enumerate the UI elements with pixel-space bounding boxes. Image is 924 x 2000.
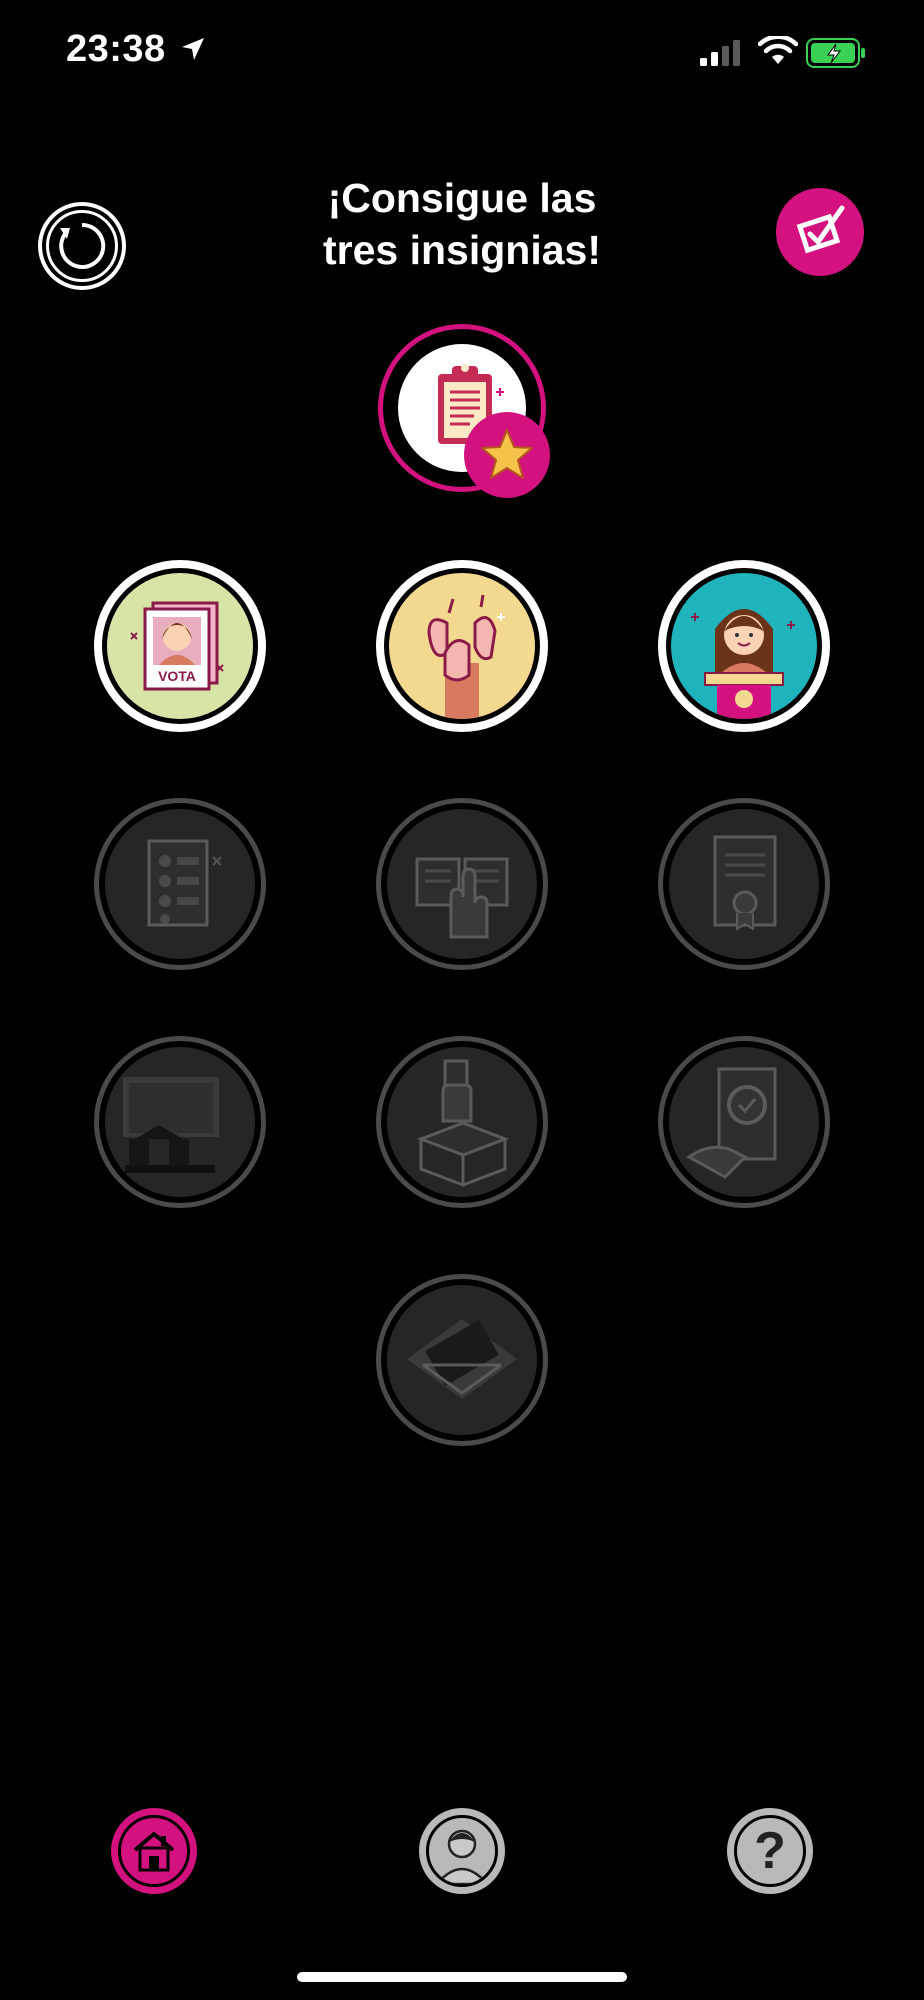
- title-line-1: ¡Consigue las: [327, 175, 597, 221]
- star-badge: [464, 412, 550, 498]
- profile-icon: [435, 1829, 489, 1884]
- status-time: 23:38: [66, 28, 166, 70]
- ballot-poster-icon: VOTA: [130, 601, 224, 691]
- building-icon: [123, 1077, 219, 1173]
- candidate-list-icon: [147, 839, 222, 927]
- vota-label: VOTA: [158, 668, 196, 684]
- location-arrow-icon: [182, 38, 204, 60]
- badge-manos[interactable]: [376, 560, 548, 732]
- badge-juramento[interactable]: [376, 798, 548, 970]
- home-indicator: [297, 1972, 627, 1982]
- help-icon: ?: [734, 1815, 806, 1887]
- certificate-icon: [713, 835, 777, 931]
- home-icon: [133, 1832, 175, 1872]
- reset-button[interactable]: [38, 202, 126, 290]
- reset-icon: [59, 222, 106, 269]
- star-icon: [481, 429, 533, 479]
- candidate-podium-icon: [691, 609, 795, 719]
- battery-charging-icon: [806, 38, 865, 68]
- diamond-shape-icon: [407, 1319, 517, 1399]
- badge-verificar[interactable]: [658, 1036, 830, 1208]
- badge-urna[interactable]: [376, 1036, 548, 1208]
- badge-certificado[interactable]: [658, 798, 830, 970]
- checklist-button[interactable]: [776, 188, 864, 276]
- raised-hands-icon: [427, 594, 505, 719]
- ballot-box-icon: [416, 1059, 510, 1188]
- tab-home[interactable]: [111, 1808, 197, 1894]
- signal-icon: [700, 40, 740, 66]
- oath-book-icon: [415, 857, 509, 939]
- verify-ballot-icon: [686, 1067, 777, 1179]
- checkbox-icon: [796, 205, 845, 254]
- badge-edificio[interactable]: [94, 1036, 266, 1208]
- tab-help[interactable]: ?: [727, 1808, 813, 1894]
- badge-candidata[interactable]: [658, 560, 830, 732]
- badge-lista[interactable]: [94, 798, 266, 970]
- page-title: ¡Consigue las tres insignias!: [262, 172, 662, 276]
- badge-vota[interactable]: VOTA: [94, 560, 266, 732]
- title-line-2: tres insignias!: [323, 227, 601, 273]
- tab-profile[interactable]: [419, 1808, 505, 1894]
- badge-geometria[interactable]: [376, 1274, 548, 1446]
- wifi-icon: [758, 36, 798, 64]
